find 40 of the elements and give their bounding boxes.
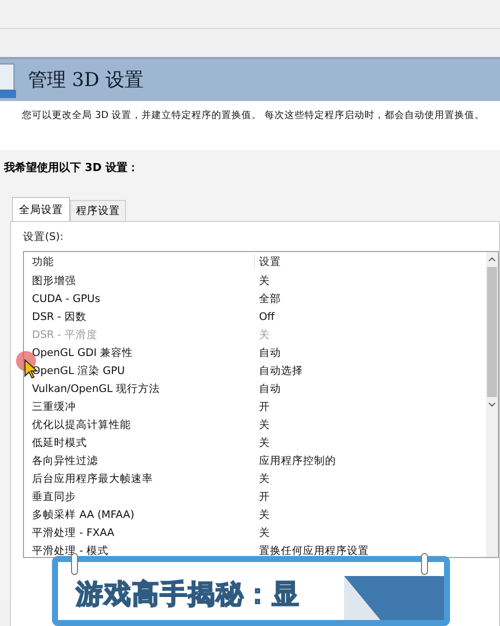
column-header[interactable]: 功能 xyxy=(32,255,255,269)
setting-value[interactable]: 全部 xyxy=(259,292,486,306)
feature-name[interactable]: 各向异性过滤 xyxy=(32,454,259,468)
feature-name[interactable]: Vulkan/OpenGL 现行方法 xyxy=(32,382,259,396)
tab[interactable]: 全局设置 xyxy=(12,197,70,221)
column-header[interactable]: 设置 xyxy=(259,255,481,269)
setting-value[interactable]: 自动 xyxy=(259,346,486,360)
setting-value[interactable]: 自动 xyxy=(259,382,486,396)
setting-value[interactable]: 关 xyxy=(259,418,486,432)
setting-value[interactable]: 关 xyxy=(259,508,486,522)
feature-name[interactable]: 平滑处理 - FXAA xyxy=(32,526,259,540)
setting-value[interactable]: 关 xyxy=(259,274,486,288)
feature-name[interactable]: 低延时模式 xyxy=(32,436,259,450)
scroll-up-icon[interactable] xyxy=(488,257,496,262)
feature-name[interactable]: 图形增强 xyxy=(32,274,259,288)
scrollbar[interactable] xyxy=(486,252,498,557)
setting-value[interactable]: 开 xyxy=(259,490,486,504)
setting-value[interactable]: 关 xyxy=(259,472,486,486)
scroll-down-icon[interactable] xyxy=(488,402,496,407)
tab[interactable]: 程序设置 xyxy=(70,200,126,221)
feature-name[interactable]: 垂直同步 xyxy=(32,490,259,504)
section-heading: 我希望使用以下 3D 设置： xyxy=(4,160,140,175)
feature-name[interactable]: 多帧采样 AA (MFAA) xyxy=(32,508,259,522)
setting-value[interactable]: Off xyxy=(259,311,486,323)
setting-value[interactable]: 置换任何应用程序设置 xyxy=(259,544,486,558)
feature-name[interactable]: CUDA - GPUs xyxy=(32,293,259,305)
setting-value[interactable]: 自动选择 xyxy=(259,364,486,378)
feature-name[interactable]: OpenGL GDI 兼容性 xyxy=(32,346,259,360)
setting-value[interactable]: 关 xyxy=(259,436,486,450)
settings-label: 设置(S): xyxy=(23,230,64,244)
setting-value[interactable]: 关 xyxy=(259,526,486,540)
page-title: 管理 3D 设置 xyxy=(28,68,144,93)
description-text: 您可以更改全局 3D 设置，并建立特定程序的置换值。 每次这些特定程序启动时，都会自动使用置换值。 xyxy=(0,101,500,150)
feature-name[interactable]: DSR - 因数 xyxy=(32,310,259,324)
feature-name[interactable]: 优化以提高计算性能 xyxy=(32,418,259,432)
setting-value[interactable]: 应用程序控制的 xyxy=(259,454,486,468)
caption-title: 游戏高手揭秘：显 xyxy=(76,578,300,612)
setting-value[interactable]: 开 xyxy=(259,400,486,414)
feature-name[interactable]: 三重缓冲 xyxy=(32,400,259,414)
feature-name[interactable]: 后台应用程序最大帧速率 xyxy=(32,472,259,486)
